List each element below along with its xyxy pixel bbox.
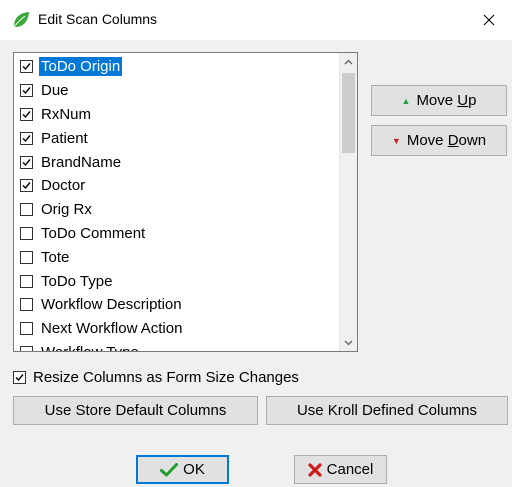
column-checkbox[interactable] [20,250,33,264]
list-item[interactable]: ToDo Comment [16,222,338,246]
list-item[interactable]: Due [16,79,338,103]
scroll-thumb[interactable] [342,73,355,153]
move-up-label: Move Up [416,92,477,109]
title-bar: Edit Scan Columns [0,0,512,40]
checkmark-icon [22,182,31,190]
column-label: ToDo Type [41,272,113,290]
checkmark-icon [15,373,24,381]
ok-button[interactable]: OK [136,455,229,484]
column-checkbox[interactable] [20,226,33,240]
column-checkbox[interactable] [20,60,33,74]
checkmark-icon [22,134,31,142]
close-icon [483,14,495,26]
list-item[interactable]: ToDo Type [16,269,338,293]
column-label: BrandName [41,153,122,171]
list-item[interactable]: Workflow Description [16,293,338,317]
use-store-default-columns-button[interactable]: Use Store Default Columns [13,396,258,425]
column-checkbox[interactable] [20,274,33,288]
column-checkbox[interactable] [20,131,33,145]
cancel-label: Cancel [326,461,374,478]
list-item[interactable]: Doctor [16,174,338,198]
column-checkbox[interactable] [20,322,33,336]
column-checkbox[interactable] [20,179,33,193]
column-label: Orig Rx [41,201,92,219]
ok-label: OK [183,461,205,478]
column-checkbox[interactable] [20,298,33,312]
checkmark-icon [160,462,179,477]
checkmark-icon [22,158,31,166]
list-item[interactable]: Orig Rx [16,198,338,222]
list-item[interactable]: Tote [16,245,338,269]
column-label: Tote [41,248,70,266]
list-item[interactable]: ToDo Origin [16,55,338,79]
checkmark-icon [22,63,31,71]
x-icon [308,462,322,477]
chevron-up-icon [344,59,353,64]
columns-list: ToDo Origin Due RxNum Patient BrandName Docto… [16,55,338,351]
resize-columns-checkbox[interactable] [13,370,26,384]
column-label: Workflow Description [41,296,182,314]
column-label: Next Workflow Action [41,320,183,338]
column-label: Due [41,82,69,100]
triangle-up-icon: ▲ [401,95,411,106]
scroll-down-button[interactable] [340,334,357,351]
cancel-button[interactable]: Cancel [294,455,387,484]
move-up-button[interactable]: ▲ Move Up [371,85,507,116]
scroll-up-button[interactable] [340,53,357,70]
list-item[interactable]: BrandName [16,150,338,174]
chevron-down-icon [344,340,353,345]
column-checkbox[interactable] [20,84,33,98]
columns-listbox[interactable]: ToDo Origin Due RxNum Patient BrandName Docto… [13,52,358,352]
list-item[interactable]: Next Workflow Action [16,317,338,341]
leaf-icon [13,12,29,28]
list-item[interactable]: Workflow Type [16,341,338,351]
column-label: RxNum [41,105,92,123]
move-down-label: Move Down [406,132,487,149]
close-button[interactable] [466,0,512,40]
triangle-down-icon: ▼ [391,135,401,146]
column-label: ToDo Origin [39,57,123,77]
checkmark-icon [22,87,31,95]
move-down-button[interactable]: ▼ Move Down [371,125,507,156]
column-checkbox[interactable] [20,203,33,217]
column-checkbox[interactable] [20,107,33,121]
column-label: Patient [41,129,88,147]
window-title: Edit Scan Columns [38,11,158,27]
column-label: ToDo Comment [41,224,146,242]
resize-columns-option[interactable]: Resize Columns as Form Size Changes [13,367,301,387]
list-scrollbar[interactable] [339,53,357,351]
resize-columns-label: Resize Columns as Form Size Changes [33,368,299,386]
column-label: Doctor [41,177,86,195]
list-item[interactable]: Patient [16,126,338,150]
column-label: Workflow Type [39,343,141,351]
checkmark-icon [22,111,31,119]
list-item[interactable]: RxNum [16,103,338,127]
column-checkbox[interactable] [20,345,33,351]
column-checkbox[interactable] [20,155,33,169]
use-kroll-defined-columns-button[interactable]: Use Kroll Defined Columns [266,396,508,425]
